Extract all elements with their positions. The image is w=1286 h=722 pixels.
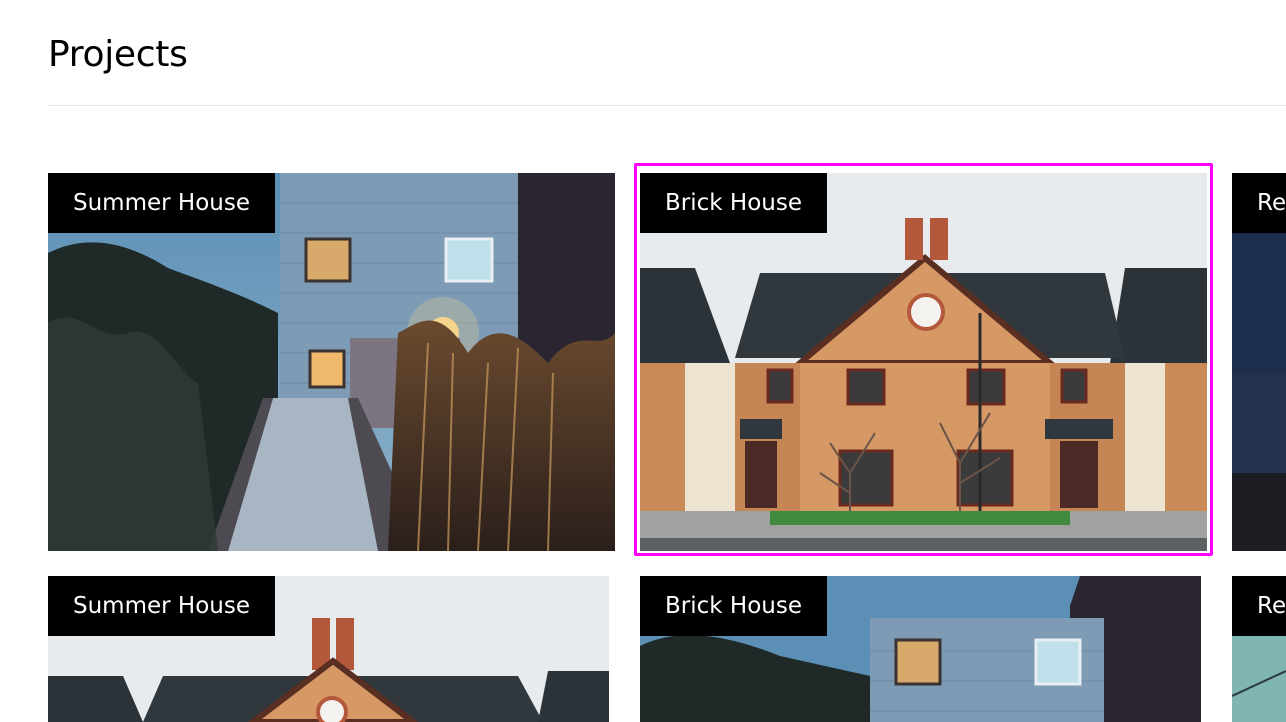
project-caption: Brick House	[640, 173, 827, 233]
project-card-re[interactable]: Re	[1232, 576, 1286, 722]
project-card-brick-house[interactable]: Brick House	[640, 173, 1207, 551]
project-caption: Re	[1232, 173, 1286, 233]
project-card-brick-house[interactable]: Brick House	[640, 576, 1201, 722]
page-title: Projects	[48, 34, 188, 75]
project-card-summer-house[interactable]: Summer House	[48, 173, 615, 551]
project-caption: Summer House	[48, 173, 275, 233]
project-caption: Summer House	[48, 576, 275, 636]
project-card-summer-house[interactable]: Summer House	[48, 576, 609, 722]
project-card-re[interactable]: Re	[1232, 173, 1286, 551]
project-caption: Brick House	[640, 576, 827, 636]
title-divider	[48, 105, 1286, 106]
project-caption: Re	[1232, 576, 1286, 636]
